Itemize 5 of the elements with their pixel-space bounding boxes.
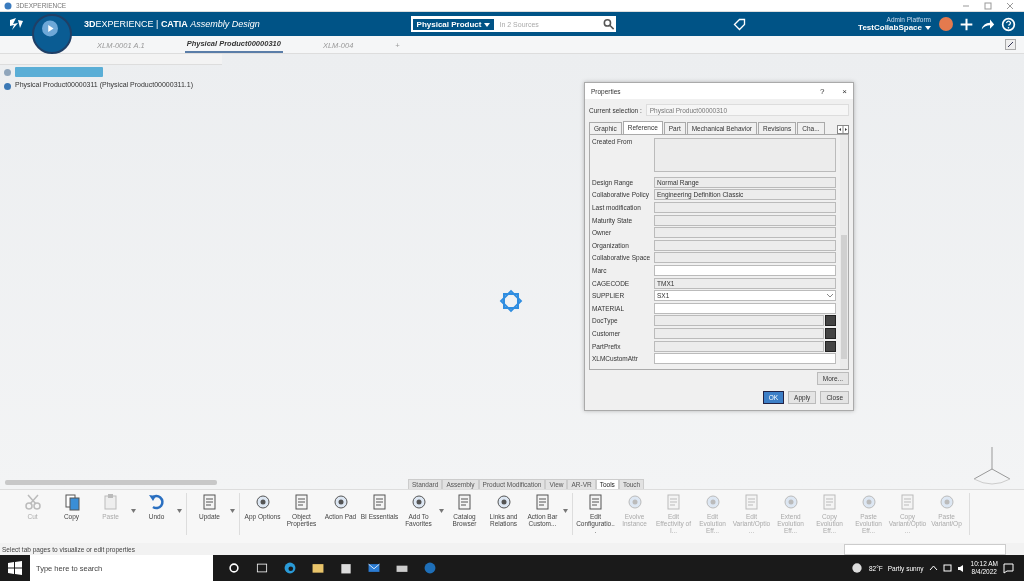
search-scope-dropdown[interactable]: Physical Product <box>411 17 496 31</box>
collab-space-dropdown[interactable]: TestCollabSpace <box>858 23 931 32</box>
help-button[interactable]: ? <box>819 86 825 96</box>
close-button[interactable]: × <box>842 86 847 96</box>
app-title: 3DEXPERIENCE | CATIA Assembly Design <box>84 19 260 29</box>
